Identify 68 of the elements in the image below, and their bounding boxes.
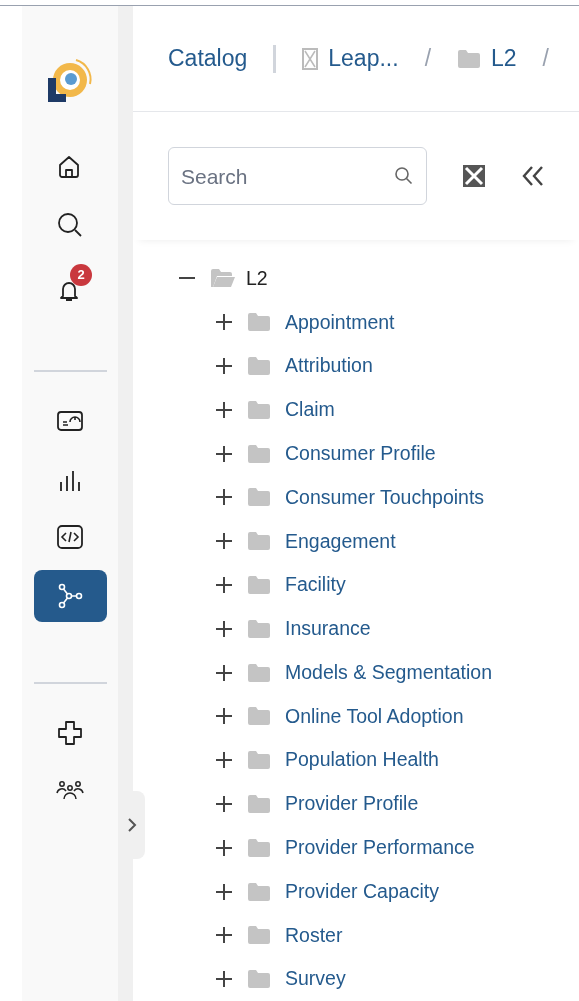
nav-item[interactable]: 2 bbox=[48, 264, 92, 310]
nav-item-selected[interactable] bbox=[33, 570, 107, 622]
plus-icon[interactable] bbox=[215, 838, 233, 857]
tree-item[interactable]: Engagement bbox=[285, 526, 396, 556]
folder-icon bbox=[247, 443, 271, 464]
breadcrumb-separator: / bbox=[424, 44, 431, 74]
tree-item[interactable]: Consumer Touchpoints bbox=[285, 482, 485, 512]
plus-icon[interactable] bbox=[215, 970, 233, 989]
plus-icon[interactable] bbox=[215, 751, 233, 770]
plus-icon[interactable] bbox=[215, 663, 233, 682]
plus-icon[interactable] bbox=[215, 619, 233, 638]
folder-icon bbox=[247, 837, 271, 858]
folder-icon bbox=[247, 881, 271, 902]
folder-icon bbox=[457, 48, 481, 69]
cross-icon bbox=[55, 718, 85, 748]
folder-icon bbox=[247, 399, 271, 420]
folder-icon bbox=[247, 969, 271, 990]
search-input[interactable]: Search bbox=[181, 160, 394, 192]
folder-icon bbox=[247, 706, 271, 727]
chevron-right-icon bbox=[126, 817, 137, 833]
tree-item[interactable]: Claim bbox=[285, 395, 335, 425]
folder-icon bbox=[247, 531, 271, 552]
tree-item[interactable]: Roster bbox=[285, 920, 343, 950]
plus-icon[interactable] bbox=[215, 575, 233, 594]
plus-icon[interactable] bbox=[215, 356, 233, 375]
code-icon bbox=[55, 522, 85, 552]
collapse-icon[interactable] bbox=[521, 165, 545, 188]
crossed-box-icon bbox=[302, 47, 319, 70]
folder-icon bbox=[247, 618, 271, 639]
open-folder-icon bbox=[210, 268, 236, 289]
tree-item[interactable]: Facility bbox=[285, 570, 346, 600]
search-icon bbox=[394, 166, 414, 187]
folder-icon bbox=[247, 925, 271, 946]
plus-icon[interactable] bbox=[215, 488, 233, 507]
folder-icon bbox=[247, 793, 271, 814]
tree-item[interactable]: Survey bbox=[285, 964, 346, 994]
search-field[interactable]: Search bbox=[168, 147, 427, 206]
logo-icon bbox=[46, 56, 94, 104]
plus-icon[interactable] bbox=[215, 532, 233, 551]
tree-item[interactable]: L2 bbox=[246, 263, 268, 293]
folder-icon bbox=[247, 487, 271, 508]
plus-icon[interactable] bbox=[215, 444, 233, 463]
plus-icon[interactable] bbox=[215, 313, 233, 332]
plus-icon[interactable] bbox=[215, 400, 233, 419]
tree-item[interactable]: Attribution bbox=[285, 351, 373, 381]
tree-item[interactable]: Consumer Profile bbox=[285, 438, 436, 469]
folder-icon bbox=[247, 355, 271, 376]
plus-icon[interactable] bbox=[215, 882, 233, 901]
tree-item[interactable]: Provider Profile bbox=[285, 789, 419, 819]
plus-icon[interactable] bbox=[215, 926, 233, 945]
breadcrumb-link[interactable]: L2 bbox=[457, 41, 517, 76]
plus-icon[interactable] bbox=[215, 707, 233, 726]
folder-icon bbox=[247, 750, 271, 771]
tree-item[interactable]: Models & Segmentation bbox=[285, 657, 493, 688]
tree-item[interactable]: Provider Capacity bbox=[285, 876, 439, 907]
tree-item[interactable]: Insurance bbox=[285, 614, 371, 644]
tree-item[interactable]: Appointment bbox=[285, 307, 395, 337]
plus-icon[interactable] bbox=[215, 794, 233, 813]
folder-icon bbox=[247, 662, 271, 683]
tree-item[interactable]: Population Health bbox=[285, 745, 439, 775]
breadcrumb-link[interactable]: Leap... bbox=[302, 41, 399, 76]
tree-item[interactable]: Provider Performance bbox=[285, 833, 475, 863]
tree-item[interactable]: Online Tool Adoption bbox=[285, 701, 464, 731]
notification-badge: 2 bbox=[70, 264, 92, 286]
folder-icon bbox=[247, 312, 271, 333]
folder-icon bbox=[247, 574, 271, 595]
breadcrumb-link[interactable]: Catalog bbox=[168, 41, 248, 76]
breadcrumb-separator: / bbox=[542, 44, 549, 74]
